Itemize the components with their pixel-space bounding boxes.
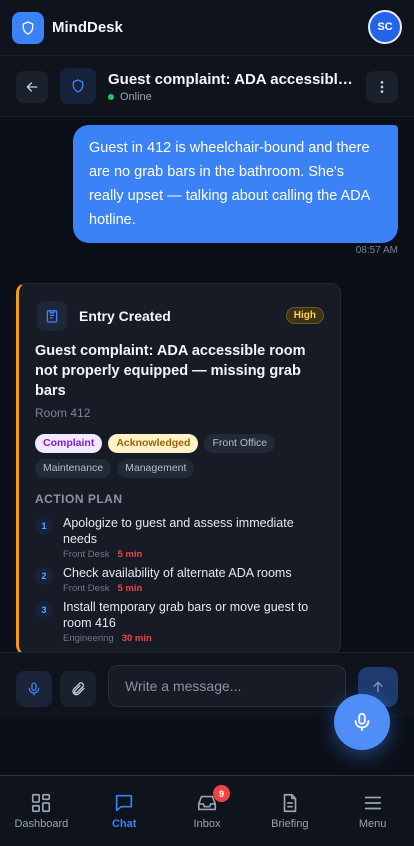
inbox-count-badge: 9 — [212, 785, 230, 802]
step-dept: Front Desk — [63, 549, 110, 560]
attach-button[interactable] — [60, 671, 96, 707]
more-vertical-icon — [380, 81, 384, 93]
step-meta: Front Desk 5 min — [63, 549, 325, 560]
menu-icon — [364, 796, 381, 810]
step-number: 2 — [35, 567, 53, 585]
document-icon — [283, 793, 297, 813]
message-input[interactable] — [108, 665, 346, 707]
user-avatar[interactable]: SC — [368, 10, 402, 44]
clipboard-icon — [37, 301, 67, 331]
online-status: Online — [108, 91, 152, 103]
entry-room: Room 412 — [35, 406, 91, 420]
entry-label: Entry Created — [79, 308, 171, 324]
nav-label: Briefing — [271, 818, 309, 830]
step-time: 30 min — [121, 633, 152, 644]
step-text: Install temporary grab bars or move gues… — [63, 600, 309, 630]
chat-header: Guest complaint: ADA accessible ... Onli… — [0, 56, 414, 117]
step-meta: Front Desk 5 min — [63, 583, 325, 594]
paperclip-icon — [72, 682, 85, 696]
chat-icon — [116, 794, 133, 812]
voice-input-button[interactable] — [16, 671, 52, 707]
action-plan-list: 1 Apologize to guest and assess immediat… — [35, 515, 325, 649]
back-button[interactable] — [16, 71, 48, 103]
nav-chat[interactable]: Chat — [83, 776, 166, 846]
microphone-icon — [28, 682, 40, 696]
entry-tags: Complaint Acknowledged Front Office Main… — [35, 434, 325, 478]
tag-acknowledged: Acknowledged — [108, 434, 199, 453]
tag-complaint: Complaint — [35, 434, 103, 453]
tag-front-office: Front Office — [204, 434, 276, 453]
action-step: 3 Install temporary grab bars or move gu… — [35, 599, 325, 644]
step-time: 5 min — [117, 549, 143, 560]
step-meta: Engineering 30 min — [63, 633, 325, 644]
online-dot-icon — [108, 94, 114, 100]
nav-label: Chat — [111, 818, 137, 830]
app-title: MindDesk — [52, 19, 123, 36]
tag-maintenance: Maintenance — [35, 459, 112, 478]
step-dept: Front Desk — [63, 583, 110, 594]
more-options-button[interactable] — [366, 71, 398, 103]
action-step: 1 Apologize to guest and assess immediat… — [35, 515, 325, 560]
nav-menu[interactable]: Menu — [331, 776, 414, 846]
chat-title: Guest complaint: ADA accessible ... — [108, 71, 356, 88]
arrow-up-icon — [373, 681, 383, 693]
top-bar: MindDesk SC — [0, 0, 414, 56]
microphone-icon — [354, 712, 370, 732]
step-dept: Engineering — [63, 633, 114, 644]
priority-badge: High — [285, 307, 324, 324]
status-label: Online — [120, 91, 152, 103]
bottom-navigation: Dashboard Chat 9 Inbox Briefing Menu — [0, 775, 414, 846]
action-plan-heading: ACTION PLAN — [35, 492, 123, 506]
avatar-initials: SC — [377, 21, 393, 33]
voice-fab-button[interactable] — [334, 694, 390, 750]
entry-created-card[interactable]: Entry Created High Guest complaint: ADA … — [16, 283, 341, 655]
shield-icon — [60, 68, 96, 104]
step-number: 3 — [35, 601, 53, 619]
action-step: 2 Check availability of alternate ADA ro… — [35, 565, 325, 594]
step-number: 1 — [35, 517, 53, 535]
user-message-bubble: Guest in 412 is wheelchair-bound and the… — [73, 125, 398, 243]
grid-icon — [32, 793, 51, 813]
step-text: Check availability of alternate ADA room… — [63, 566, 292, 580]
tag-management: Management — [117, 459, 195, 478]
arrow-left-icon — [26, 82, 38, 92]
entry-title: Guest complaint: ADA accessible room not… — [35, 343, 306, 399]
step-time: 5 min — [117, 583, 143, 594]
nav-dashboard[interactable]: Dashboard — [0, 776, 83, 846]
shield-logo-icon — [12, 11, 44, 44]
nav-label: Menu — [358, 818, 387, 830]
nav-inbox[interactable]: 9 Inbox — [166, 776, 249, 846]
nav-label: Dashboard — [14, 818, 69, 830]
nav-briefing[interactable]: Briefing — [248, 776, 331, 846]
step-text: Apologize to guest and assess immediate … — [63, 516, 294, 546]
message-timestamp: 08:57 AM — [355, 245, 398, 256]
nav-label: Inbox — [193, 818, 221, 830]
